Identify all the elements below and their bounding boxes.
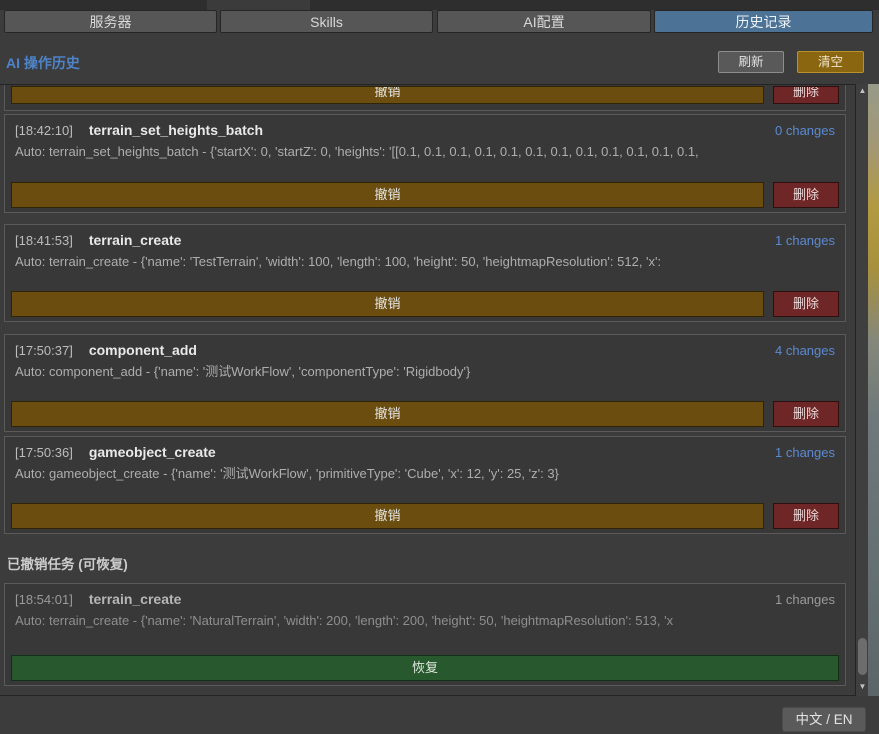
history-entry: [18:41:53] terrain_create 1 changes Auto…: [4, 224, 846, 322]
entry-changes-label: 1 changes: [775, 592, 835, 607]
window-top-strip: [0, 0, 879, 10]
entry-timestamp: [17:50:37]: [15, 343, 73, 358]
history-entry: [18:42:10] terrain_set_heights_batch 0 c…: [4, 114, 846, 213]
history-scroll-area: 撤销 删除 [18:42:10] terrain_set_heights_bat…: [0, 84, 855, 696]
undo-button[interactable]: 撤销: [11, 291, 764, 317]
entry-changes-link[interactable]: 0 changes: [775, 123, 835, 138]
entry-description: Auto: component_add - {'name': '测试WorkFl…: [15, 364, 835, 394]
entry-name: gameobject_create: [89, 444, 216, 460]
undo-button[interactable]: 撤销: [11, 401, 764, 427]
entry-changes-link[interactable]: 1 changes: [775, 233, 835, 248]
bottom-bar: 中文 / EN: [0, 696, 879, 734]
window-tab-handle[interactable]: [207, 0, 310, 10]
history-entry: [17:50:36] gameobject_create 1 changes A…: [4, 436, 846, 534]
entry-description: Auto: terrain_create - {'name': 'Natural…: [15, 613, 835, 643]
restore-button[interactable]: 恢复: [11, 655, 839, 681]
entry-description: Auto: terrain_set_heights_batch - {'star…: [15, 144, 835, 174]
entry-description: Auto: gameobject_create - {'name': '测试Wo…: [15, 466, 835, 496]
scrollbar-thumb[interactable]: [858, 638, 867, 675]
tab-skills[interactable]: Skills: [220, 10, 433, 33]
language-toggle-button[interactable]: 中文 / EN: [782, 707, 866, 732]
delete-button[interactable]: 删除: [773, 401, 839, 427]
vertical-scrollbar[interactable]: ▲ ▼: [855, 84, 868, 696]
undo-button[interactable]: 撤销: [11, 86, 764, 104]
undo-label: 撤销: [12, 86, 763, 99]
delete-button[interactable]: 删除: [773, 503, 839, 529]
entry-timestamp: [18:54:01]: [15, 592, 73, 607]
history-entry-clipped: 撤销 删除: [4, 85, 846, 111]
history-panel: 服务器 Skills AI配置 历史记录 AI 操作历史 刷新 清空 撤销 删除…: [0, 0, 879, 734]
page-title: AI 操作历史: [6, 53, 80, 73]
undo-button[interactable]: 撤销: [11, 503, 764, 529]
delete-label: 删除: [774, 86, 838, 99]
clear-button[interactable]: 清空: [797, 51, 864, 73]
entry-name: terrain_set_heights_batch: [89, 122, 263, 138]
delete-button[interactable]: 删除: [773, 86, 839, 104]
undo-button[interactable]: 撤销: [11, 182, 764, 208]
entry-timestamp: [17:50:36]: [15, 445, 73, 460]
entry-changes-link[interactable]: 4 changes: [775, 343, 835, 358]
tab-server[interactable]: 服务器: [4, 10, 217, 33]
entry-changes-link[interactable]: 1 changes: [775, 445, 835, 460]
entry-description: Auto: terrain_create - {'name': 'TestTer…: [15, 254, 835, 284]
undone-section-title: 已撤销任务 (可恢复): [7, 553, 128, 573]
delete-button[interactable]: 删除: [773, 291, 839, 317]
history-entry: [17:50:37] component_add 4 changes Auto:…: [4, 334, 846, 432]
entry-timestamp: [18:42:10]: [15, 123, 73, 138]
refresh-button[interactable]: 刷新: [718, 51, 784, 73]
entry-timestamp: [18:41:53]: [15, 233, 73, 248]
entry-name: component_add: [89, 342, 197, 358]
entry-name: terrain_create: [89, 591, 182, 607]
tab-ai-config[interactable]: AI配置: [437, 10, 651, 33]
undone-history-entry: [18:54:01] terrain_create 1 changes Auto…: [4, 583, 846, 686]
delete-button[interactable]: 删除: [773, 182, 839, 208]
entry-name: terrain_create: [89, 232, 182, 248]
background-scene-sliver: [868, 84, 879, 696]
tab-history[interactable]: 历史记录: [654, 10, 873, 33]
